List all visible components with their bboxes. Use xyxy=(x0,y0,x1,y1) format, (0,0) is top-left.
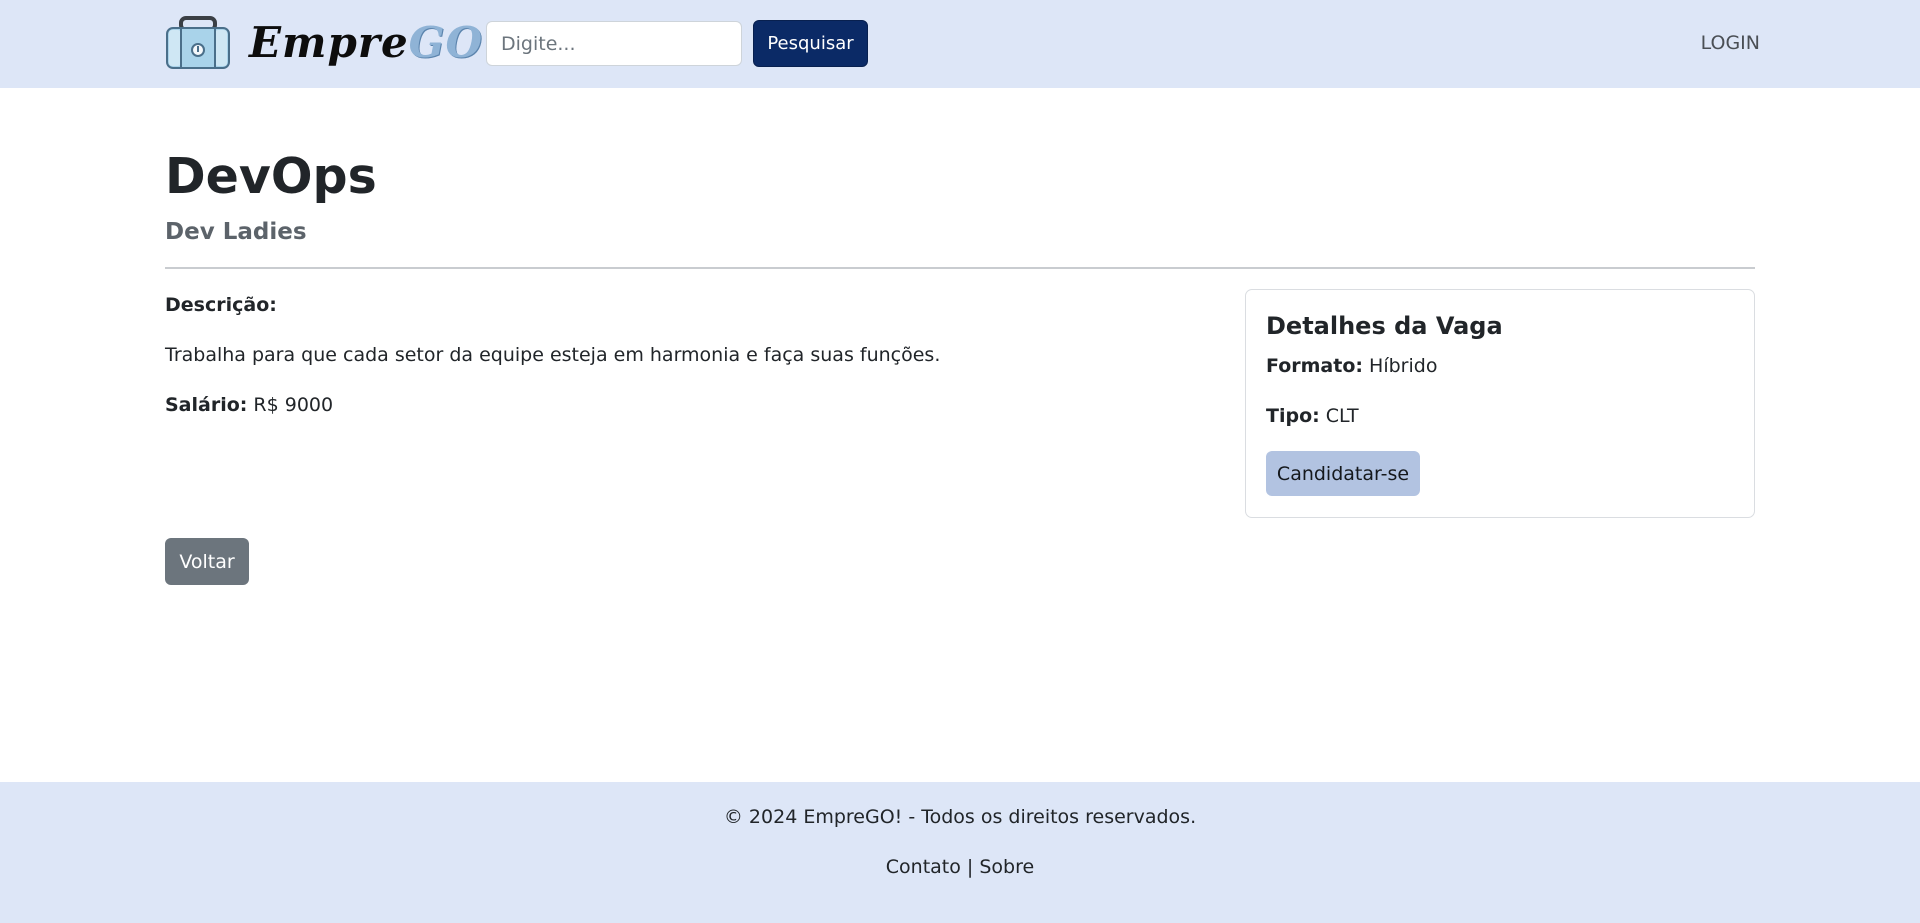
brand-name-part2: GO xyxy=(408,18,484,67)
contact-link[interactable]: Contato xyxy=(886,856,961,878)
format-row: Formato: Híbrido xyxy=(1266,355,1437,377)
search-input[interactable] xyxy=(486,21,742,66)
login-link[interactable]: LOGIN xyxy=(1701,32,1760,54)
title-divider xyxy=(165,267,1755,269)
back-button[interactable]: Voltar xyxy=(165,538,249,585)
about-link[interactable]: Sobre xyxy=(979,856,1034,878)
footer: © 2024 EmpreGO! - Todos os direitos rese… xyxy=(0,782,1920,923)
brand-logo-link[interactable]: EmpreGO xyxy=(165,14,483,72)
salary-value: R$ 9000 xyxy=(253,394,334,416)
apply-button[interactable]: Candidatar-se xyxy=(1266,451,1420,496)
company-name: Dev Ladies xyxy=(165,219,307,245)
format-label: Formato: xyxy=(1266,355,1363,377)
description-text: Trabalha para que cada setor da equipe e… xyxy=(165,344,941,366)
type-row: Tipo: CLT xyxy=(1266,405,1359,427)
brand-name-part1: Empre xyxy=(249,18,409,67)
type-value: CLT xyxy=(1325,405,1359,427)
job-title: DevOps xyxy=(165,148,377,205)
card-title: Detalhes da Vaga xyxy=(1266,312,1503,340)
format-value: Híbrido xyxy=(1369,355,1438,377)
description-label: Descrição: xyxy=(165,294,277,316)
copyright-text: © 2024 EmpreGO! - Todos os direitos rese… xyxy=(723,806,1197,828)
footer-separator: | xyxy=(966,856,974,878)
salary: Salário: R$ 9000 xyxy=(165,394,333,416)
brand-name: EmpreGO xyxy=(249,22,483,64)
search-button[interactable]: Pesquisar xyxy=(753,20,868,67)
footer-links: Contato | Sobre xyxy=(0,856,1920,878)
job-details-card: Detalhes da Vaga Formato: Híbrido Tipo: … xyxy=(1245,289,1755,518)
briefcase-icon xyxy=(166,16,230,69)
salary-label: Salário: xyxy=(165,394,248,416)
navbar: EmpreGO Pesquisar LOGIN xyxy=(0,0,1920,88)
type-label: Tipo: xyxy=(1266,405,1320,427)
